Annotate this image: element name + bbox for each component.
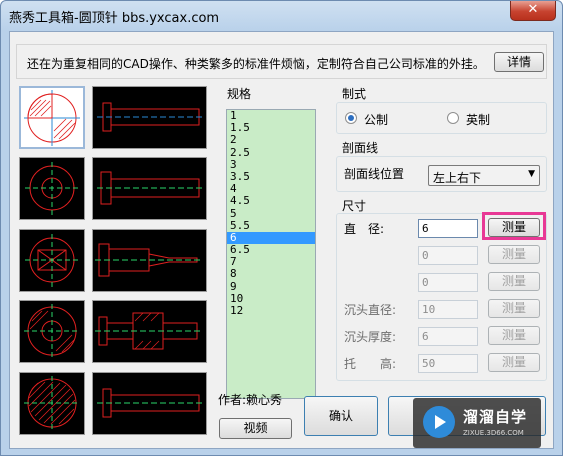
spec-list-item[interactable]: 8 [227, 268, 315, 280]
counter-diameter-label: 沉头直径: [344, 303, 397, 317]
video-button[interactable]: 视频 [219, 418, 292, 439]
thumb-side-view-4[interactable] [92, 300, 207, 363]
spec-list-item[interactable]: 7 [227, 256, 315, 268]
section-position-value: 左上右下 [433, 171, 482, 185]
diameter-label: 直 径: [344, 222, 385, 236]
spec-list-item[interactable]: 4.5 [227, 195, 315, 207]
watermark: 溜溜自学 ZIXUE.3D66.COM [413, 398, 541, 448]
spec-list-item[interactable]: 5.5 [227, 219, 315, 232]
dimensions-label: 尺寸 [342, 199, 367, 213]
diameter-field[interactable]: 6 [418, 219, 478, 238]
confirm-button[interactable]: 确认 [304, 396, 378, 436]
metric-radio[interactable] [345, 112, 357, 124]
author-label: 作者:赖心秀 [218, 393, 283, 407]
thumb-section-view-3[interactable] [19, 229, 85, 292]
measure-counter-diameter-button[interactable]: 测量 [488, 299, 540, 318]
detail-button[interactable]: 详情 [494, 52, 544, 72]
stepped-pin-icon [95, 243, 203, 277]
dialog-body: 还在为重复相同的CAD操作、种类繁多的标准件烦恼，定制符合自己公司标准的外挂。 … [9, 31, 554, 449]
spec-list-item[interactable]: 5 [227, 207, 315, 220]
title-bar[interactable]: 燕秀工具箱-圆顶针 bbs.yxcax.com ✕ [1, 1, 562, 31]
imperial-radio[interactable] [447, 112, 459, 124]
pin-side-icon [97, 102, 203, 132]
measure-button-3[interactable]: 测量 [488, 272, 540, 291]
spec-list-item[interactable]: 2.5 [227, 146, 315, 159]
highlight-box [482, 212, 546, 240]
thumb-side-view-1[interactable] [92, 86, 207, 149]
section-ring-icon [25, 162, 79, 215]
thumb-section-view-4[interactable] [19, 300, 85, 363]
watermark-name: 溜溜自学 [463, 408, 528, 426]
pin-side-icon [97, 171, 203, 205]
app-window: 燕秀工具箱-圆顶针 bbs.yxcax.com ✕ 还在为重复相同的CAD操作、… [0, 0, 563, 456]
section-full-hatch-icon [24, 376, 80, 431]
close-button[interactable]: ✕ [510, 1, 556, 21]
section-position-label: 剖面线位置 [344, 167, 405, 181]
spec-list-item[interactable]: 12 [227, 304, 315, 317]
notice-text: 还在为重复相同的CAD操作、种类繁多的标准件烦恼，定制符合自己公司标准的外挂。 [27, 57, 485, 71]
section-line-label: 剖面线 [342, 141, 379, 155]
thumb-section-view-5[interactable] [19, 372, 85, 435]
thumb-side-view-3[interactable] [92, 229, 207, 292]
section-hatched-ring-icon [24, 304, 80, 359]
watermark-url: ZIXUE.3D66.COM [463, 429, 524, 437]
spec-list-item[interactable]: 6.5 [227, 243, 315, 256]
pin-side-icon [97, 388, 203, 418]
spec-list[interactable]: 1 1.5 2 2.5 3 3.5 4 4.5 5 5.5 6 6.5 7 8 9 10 12 [226, 109, 316, 399]
thumb-side-view-2[interactable] [92, 157, 207, 220]
counter-thickness-label: 沉头厚度: [344, 330, 397, 344]
spec-list-item[interactable]: 9 [227, 280, 315, 293]
thumb-side-view-5[interactable] [92, 372, 207, 435]
section-circle-icon [24, 90, 80, 146]
spec-label: 规格 [227, 87, 252, 101]
measure-button-2[interactable]: 测量 [488, 245, 540, 264]
chevron-down-icon: ▼ [528, 169, 535, 179]
window-title: 燕秀工具箱-圆顶针 bbs.yxcax.com [9, 11, 220, 26]
counter-diameter-field[interactable]: 10 [418, 300, 478, 319]
dimension-field-3[interactable]: 0 [418, 273, 478, 292]
support-height-label: 托 高: [344, 357, 397, 371]
spec-list-item[interactable]: 3.5 [227, 170, 315, 183]
section-square-icon [25, 234, 79, 287]
thumb-section-view-1[interactable] [19, 86, 85, 149]
system-group: 公制 英制 [336, 102, 547, 134]
section-position-select[interactable]: 左上右下 ▼ [428, 165, 540, 186]
stepped-pin-section-icon [95, 312, 203, 350]
spec-list-item[interactable]: 1.5 [227, 122, 315, 134]
notice-panel: 还在为重复相同的CAD操作、种类繁多的标准件烦恼，定制符合自己公司标准的外挂。 … [16, 44, 547, 79]
thumb-section-view-2[interactable] [19, 157, 85, 220]
support-height-field[interactable]: 50 [418, 354, 478, 373]
measure-support-height-button[interactable]: 测量 [488, 353, 540, 372]
metric-label[interactable]: 公制 [364, 111, 388, 128]
play-logo-icon [423, 406, 455, 438]
system-label: 制式 [342, 87, 367, 101]
counter-thickness-field[interactable]: 6 [418, 327, 478, 346]
dimension-field-2[interactable]: 0 [418, 246, 478, 265]
measure-counter-thickness-button[interactable]: 测量 [488, 326, 540, 345]
spec-list-item[interactable]: 2 [227, 134, 315, 146]
imperial-label[interactable]: 英制 [466, 111, 490, 128]
